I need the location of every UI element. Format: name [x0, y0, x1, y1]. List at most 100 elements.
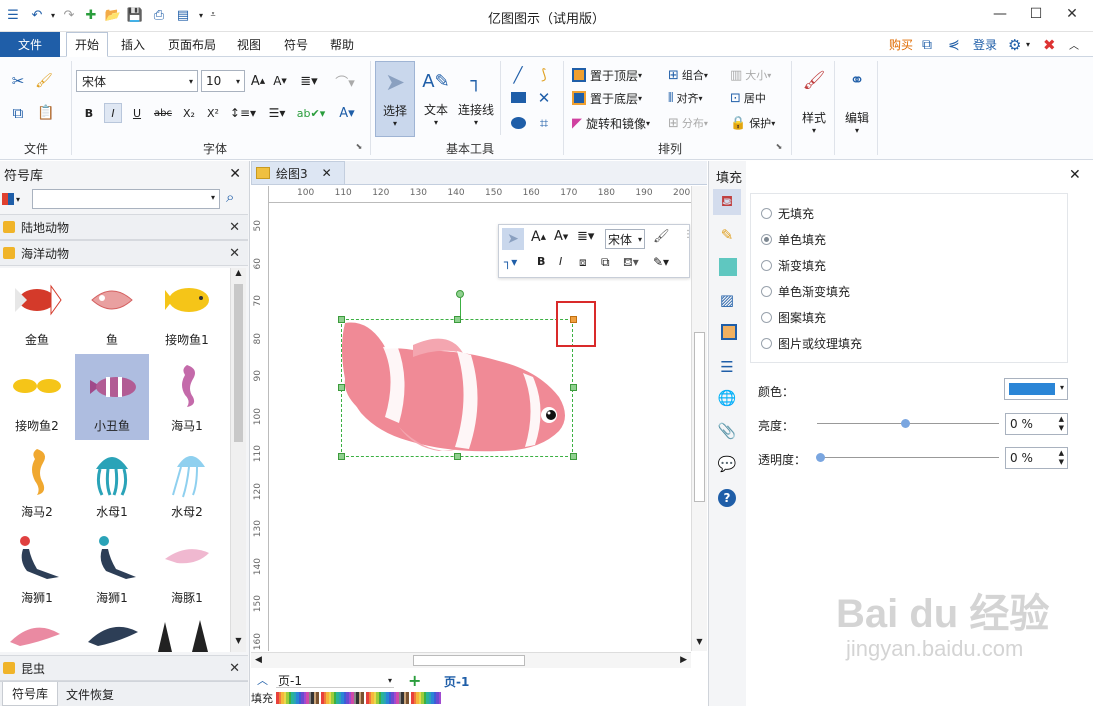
color-picker[interactable]: ▾: [1004, 378, 1068, 400]
subscript-button[interactable]: X₂: [179, 103, 199, 123]
text-align-icon[interactable]: ≣▾: [577, 229, 594, 244]
brightness-input[interactable]: 0 % ▲ ▼: [1005, 413, 1068, 435]
canvas-horizontal-scrollbar[interactable]: ◀ ▶: [251, 652, 691, 668]
resize-handle-sw[interactable]: [338, 453, 345, 460]
buy-link[interactable]: 购买: [889, 32, 913, 57]
connector-tool-button[interactable]: ┐ 连接线 ▾: [456, 61, 496, 137]
fill-option-solid[interactable]: 单色填充: [761, 226, 1067, 252]
transparency-slider-thumb[interactable]: [816, 453, 825, 462]
text-align-icon[interactable]: ≣▾: [298, 71, 320, 91]
strikethrough-button[interactable]: abc: [152, 103, 174, 123]
close-icon[interactable]: ✕: [229, 246, 240, 261]
size-button[interactable]: ▥ 大小 ▾: [730, 65, 771, 85]
edit-button[interactable]: ⚭ 编辑 ▾: [840, 65, 874, 153]
scroll-up-icon[interactable]: ▲: [231, 268, 246, 284]
spinner-icon[interactable]: ▲ ▼: [1059, 449, 1064, 467]
resize-handle-w[interactable]: [338, 384, 345, 391]
tab-help[interactable]: 帮助: [330, 32, 354, 57]
library-search-input[interactable]: ▾: [32, 189, 220, 209]
share-screen-icon[interactable]: ⧉: [922, 32, 932, 57]
distribute-button[interactable]: ⊞ 分布 ▾: [668, 113, 708, 133]
maximize-button[interactable]: ☐: [1024, 4, 1048, 24]
fill-option-pattern[interactable]: 图案填充: [761, 304, 1067, 330]
symbol-fish[interactable]: 鱼: [75, 268, 149, 354]
scroll-thumb[interactable]: [694, 332, 705, 502]
resize-handle-n[interactable]: [454, 316, 461, 323]
tab-file-recovery[interactable]: 文件恢复: [66, 682, 114, 706]
fill-option-picture[interactable]: 图片或纹理填充: [761, 330, 1067, 356]
bring-to-front-button[interactable]: 置于顶层 ▾: [572, 65, 642, 85]
tab-insert[interactable]: 插入: [121, 32, 145, 57]
resize-handle-se[interactable]: [570, 453, 577, 460]
login-link[interactable]: 登录: [973, 32, 997, 57]
category-insects[interactable]: 昆虫 ✕: [0, 655, 248, 681]
group-button[interactable]: ⊞ 组合 ▾: [668, 65, 708, 85]
hyperlink-globe-icon[interactable]: 🌐: [713, 386, 741, 410]
crop-tool-icon[interactable]: ⌗: [534, 113, 554, 133]
text-tool-button[interactable]: A✎ 文本 ▾: [418, 61, 454, 137]
comment-icon[interactable]: 💬: [713, 452, 741, 476]
symbol-jellyfish-2[interactable]: 水母2: [150, 440, 224, 526]
settings-dropdown-icon[interactable]: ▾: [1026, 32, 1030, 57]
symbol-clownfish[interactable]: 小丑鱼: [75, 354, 149, 440]
fill-option-gradient[interactable]: 渐变填充: [761, 252, 1067, 278]
color-swatches[interactable]: [276, 692, 707, 704]
fill-bucket-icon[interactable]: ⛾: [713, 189, 741, 215]
scroll-down-icon[interactable]: ▼: [231, 636, 246, 652]
tab-home[interactable]: 开始: [66, 32, 108, 57]
scroll-thumb[interactable]: [413, 655, 525, 666]
resize-handle-s[interactable]: [454, 453, 461, 460]
shrink-font-icon[interactable]: A ▼: [272, 71, 288, 91]
pointer-arrow-icon[interactable]: ➤: [502, 228, 524, 250]
fill-option-none[interactable]: 无填充: [761, 200, 1067, 226]
bring-front-icon[interactable]: ⧈: [579, 255, 587, 270]
minimize-button[interactable]: —: [988, 4, 1012, 24]
underline-button[interactable]: U: [128, 103, 146, 123]
symbol-dolphin-1[interactable]: 海豚1: [150, 526, 224, 612]
cut-icon[interactable]: ✂: [8, 71, 28, 91]
font-size-select[interactable]: 10 ▾: [201, 70, 245, 92]
spinner-icon[interactable]: ▲ ▼: [1059, 415, 1064, 433]
search-icon[interactable]: ⌕: [226, 188, 234, 206]
grow-font-icon[interactable]: A ▲: [531, 229, 546, 245]
shadow-icon[interactable]: [719, 258, 737, 276]
radio-button[interactable]: [761, 311, 772, 323]
layer-icon[interactable]: [721, 324, 737, 340]
select-tool-button[interactable]: ➤ 选择 ▾: [375, 61, 415, 137]
protect-button[interactable]: 🔒 保护 ▾: [730, 113, 775, 133]
radio-button[interactable]: [761, 259, 772, 271]
radio-button-selected[interactable]: [761, 233, 772, 245]
superscript-button[interactable]: X²: [203, 103, 223, 123]
radio-button[interactable]: [761, 337, 772, 349]
page-select[interactable]: 页-1 ▾: [276, 673, 394, 688]
copy-icon[interactable]: ⧉: [8, 103, 28, 123]
scroll-down-icon[interactable]: ▼: [692, 637, 707, 651]
add-page-icon[interactable]: +: [408, 671, 421, 690]
line-pen-icon[interactable]: ✎: [713, 223, 741, 247]
scroll-left-icon[interactable]: ◀: [255, 655, 262, 665]
scroll-right-icon[interactable]: ▶: [680, 655, 687, 665]
tab-symbol-library[interactable]: 符号库: [2, 682, 58, 706]
clownfish-shape[interactable]: [339, 317, 575, 459]
radio-button[interactable]: [761, 207, 772, 219]
symbol-scrollbar[interactable]: ▲ ▼: [230, 268, 246, 652]
align-button[interactable]: ⫴ 对齐 ▾: [668, 88, 702, 108]
style-button[interactable]: 🖌 样式 ▾: [797, 65, 831, 153]
symbol-sea-lion-1b[interactable]: 海狮1: [75, 526, 149, 612]
library-menu-button[interactable]: ▾: [2, 190, 30, 208]
paragraph-spacing-icon[interactable]: ↕≡▾: [229, 103, 257, 123]
close-icon[interactable]: ✕: [229, 166, 241, 182]
document-list-icon[interactable]: ☰: [713, 355, 741, 379]
format-painter-icon[interactable]: 🖌: [653, 229, 670, 244]
brightness-slider-thumb[interactable]: [901, 419, 910, 428]
close-icon[interactable]: ✕: [322, 166, 332, 180]
format-painter-icon[interactable]: 🖌: [34, 71, 54, 91]
symbol-kissing-fish-1[interactable]: 接吻鱼1: [150, 268, 224, 354]
text-highlight-icon[interactable]: ab✔▾: [296, 103, 326, 123]
close-icon[interactable]: ✕: [1069, 167, 1081, 183]
page-tab[interactable]: 页-1: [444, 673, 469, 690]
rectangle-tool-icon[interactable]: [511, 92, 526, 103]
line-tool-icon[interactable]: ╱: [508, 65, 528, 85]
symbol-sea-lion-1a[interactable]: 海狮1: [0, 526, 74, 612]
share-icon[interactable]: ⋞: [948, 32, 960, 57]
